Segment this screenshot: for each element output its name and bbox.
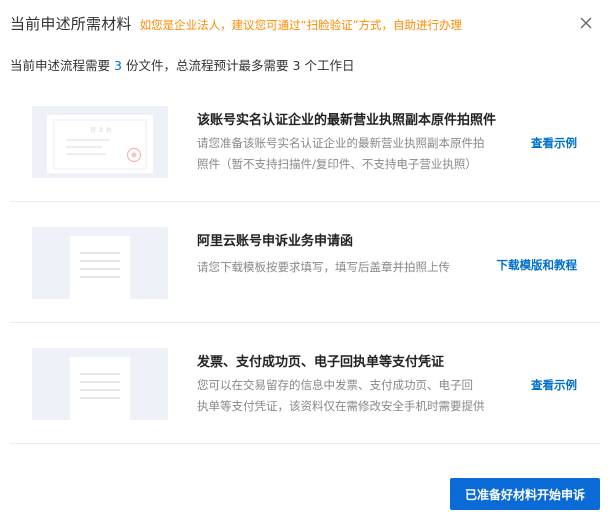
document-title: 阿里云账号申诉业务申请函 [197, 234, 354, 249]
face-verify-tip: 如您是企业法人，建议您可通过“扫脸验证”方式，自助进行办理 [139, 18, 463, 32]
view-example-link[interactable]: 查看示例 [531, 135, 577, 151]
document-title: 该账号实名认证企业的最新营业执照副本原件拍照件 [197, 113, 497, 128]
document-description: 请您下载模板按要求填写，填写后盖章并拍照上传 [197, 257, 502, 278]
business-license-thumbnail: 营 业 执 [32, 106, 168, 178]
description-line: 请您下载模板按要求填写，填写后盖章并拍照上传 [197, 260, 450, 274]
description-line: 照件（暂不支持扫描件/复印件、不支持电子营业执照） [197, 157, 477, 171]
document-item-application-letter: 阿里云账号申诉业务申请函 请您下载模板按要求填写，填写后盖章并拍照上传 下载模版… [10, 202, 600, 323]
description-line: 请您准备该账号实名认证企业的最新营业执照副本原件拍 [197, 136, 485, 150]
summary-text-3: 个工作日 [304, 58, 355, 73]
dialog-title: 当前申述所需材料 [10, 15, 132, 33]
document-item-business-license: 营 业 执 该账号实名认证企业的最新营业执照副本原件拍照件 请您准备该账号实名认… [10, 82, 600, 202]
document-title: 发票、支付成功页、电子回执单等支付凭证 [197, 355, 445, 370]
start-appeal-button[interactable]: 已准备好材料开始申诉 [450, 478, 600, 510]
process-summary: 当前申述流程需要 3 份文件，总流程预计最多需要 3 个工作日 [10, 55, 354, 74]
view-example-link[interactable]: 查看示例 [531, 377, 577, 393]
close-icon [580, 17, 592, 29]
description-line: 执单等支付凭证，该资料仅在需修改安全手机时需要提供 [197, 399, 485, 413]
summary-text-1: 当前申述流程需要 [10, 58, 111, 73]
form-document-icon [70, 236, 130, 299]
dialog-header: 当前申述所需材料 如您是企业法人，建议您可通过“扫脸验证”方式，自助进行办理 [10, 13, 570, 35]
document-description: 您可以在交易留存的信息中发票、支付成功页、电子回 执单等支付凭证，该资料仅在需修… [197, 375, 502, 417]
close-button[interactable] [576, 13, 596, 33]
document-description: 请您准备该账号实名认证企业的最新营业执照副本原件拍 照件（暂不支持扫描件/复印件… [197, 133, 502, 175]
summary-text-2: 份文件，总流程预计最多需要 [125, 58, 289, 73]
document-item-payment-proof: 发票、支付成功页、电子回执单等支付凭证 您可以在交易留存的信息中发票、支付成功页… [10, 323, 600, 444]
application-letter-thumbnail [32, 227, 168, 299]
description-line: 您可以在交易留存的信息中发票、支付成功页、电子回 [197, 378, 473, 392]
payment-proof-thumbnail [32, 348, 168, 420]
day-count: 3 [292, 58, 301, 73]
business-license-icon: 营 业 执 [45, 113, 155, 175]
download-template-link[interactable]: 下载模版和教程 [497, 257, 578, 273]
payment-receipt-icon [70, 357, 130, 420]
svg-text:营 业 执: 营 业 执 [90, 126, 112, 134]
file-count: 3 [114, 58, 122, 73]
